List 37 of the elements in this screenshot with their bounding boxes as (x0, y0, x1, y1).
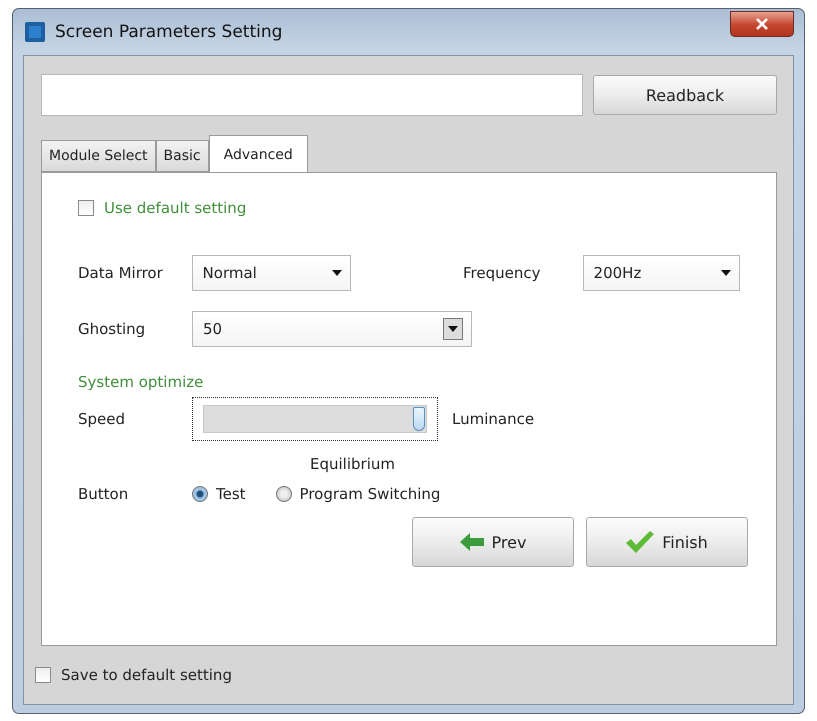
checkbox[interactable] (35, 667, 51, 683)
finish-button[interactable]: Finish (586, 517, 748, 567)
checkbox-label: Use default setting (104, 199, 246, 217)
dropdown[interactable]: 50 (192, 311, 472, 347)
left-arrow-icon (460, 533, 484, 551)
app-icon (25, 22, 45, 42)
dropdown-arrow-icon (720, 270, 731, 276)
tab[interactable]: Basic (156, 140, 209, 172)
slider-label: Luminance (452, 410, 534, 428)
slider[interactable] (192, 397, 438, 441)
checkmark-icon (626, 531, 654, 553)
slider-label: Equilibrium (310, 455, 396, 473)
field-label: Ghosting (78, 320, 146, 338)
radio-label: Test (216, 485, 246, 503)
field-label: Data Mirror (78, 264, 164, 282)
radio-label: Program Switching (300, 485, 440, 503)
window-title: Screen Parameters Setting (55, 22, 284, 42)
readback-button[interactable]: Readback (593, 75, 777, 115)
radio-button[interactable] (276, 486, 292, 502)
slider-thumb[interactable] (413, 407, 426, 431)
text-field[interactable] (41, 74, 583, 116)
tab[interactable]: Advanced (208, 135, 308, 173)
close-icon (756, 18, 768, 30)
slider-label: Speed (78, 410, 126, 428)
checkbox[interactable] (78, 200, 94, 216)
radio-button[interactable] (192, 486, 208, 502)
checkbox-label: Save to default setting (61, 666, 232, 684)
dropdown[interactable]: Normal (192, 255, 351, 291)
close-button[interactable] (730, 11, 794, 37)
tab[interactable]: Module Select (41, 140, 156, 172)
prev-button[interactable]: Prev (412, 517, 574, 567)
section-heading: System optimize (78, 373, 204, 391)
field-label: Frequency (463, 264, 542, 282)
dropdown[interactable]: 200Hz (582, 255, 740, 291)
field-label: Button (78, 485, 130, 503)
dropdown-arrow-icon (448, 326, 458, 332)
dropdown-arrow-icon (332, 270, 342, 276)
